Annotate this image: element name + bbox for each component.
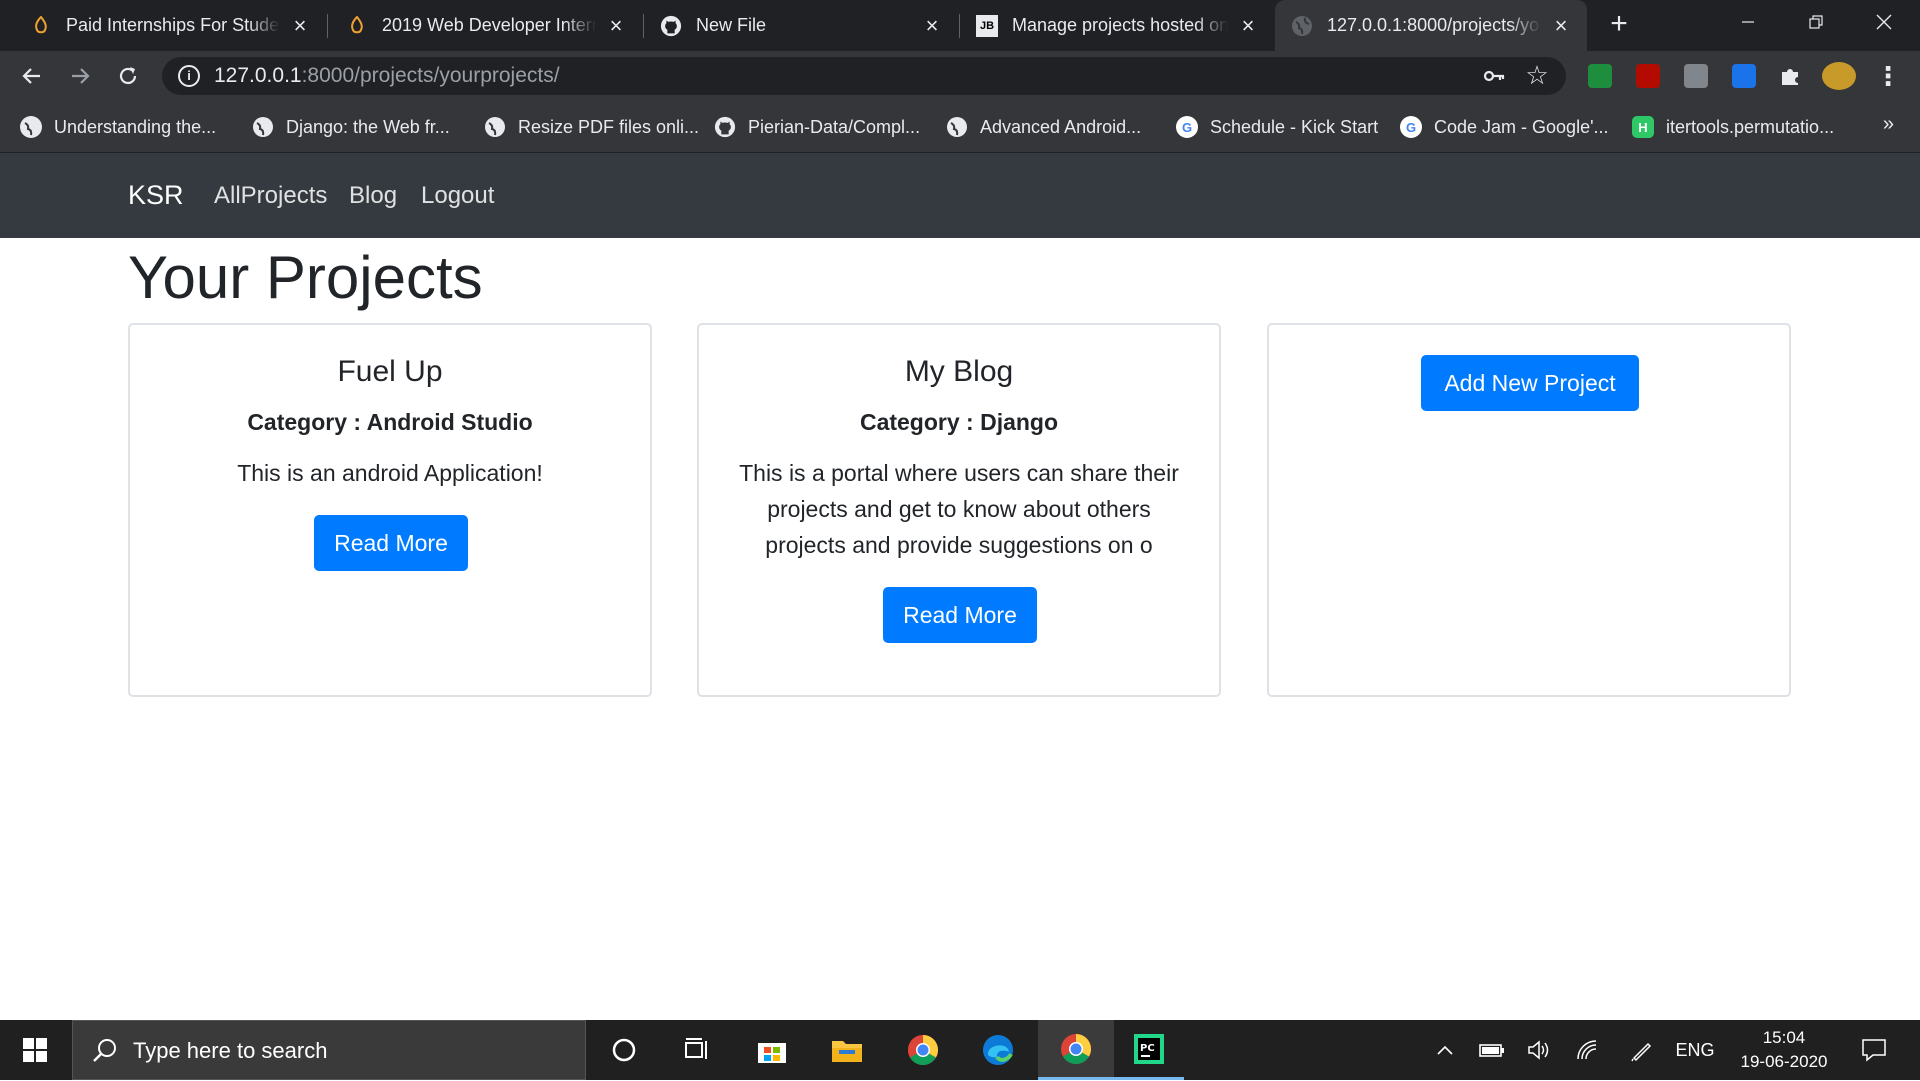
tab-close-icon[interactable]: × [920, 13, 944, 38]
pen-icon[interactable] [1626, 1020, 1658, 1080]
browser-tab[interactable]: 2019 Web Developer Internship × [328, 0, 642, 51]
task-view-icon[interactable] [661, 1020, 731, 1080]
jetbrains-icon: JB [976, 14, 998, 37]
page-title: Your Projects [128, 244, 483, 311]
profile-avatar[interactable] [1822, 62, 1856, 90]
screen-capture-extension-icon[interactable] [1732, 64, 1756, 88]
new-tab-button[interactable]: + [1604, 9, 1634, 40]
tab-close-icon[interactable]: × [1236, 13, 1260, 38]
bookmark-item[interactable]: Resize PDF files onli... [484, 113, 699, 141]
google-icon: G [1176, 116, 1198, 138]
bookmarks-bar: Understanding the... Django: the Web fr.… [0, 101, 1920, 153]
browser-tab[interactable]: JB Manage projects hosted on × [960, 0, 1274, 51]
cortana-icon[interactable] [589, 1020, 659, 1080]
reload-icon[interactable] [112, 60, 144, 92]
nav-link-allprojects[interactable]: AllProjects [214, 153, 327, 238]
minimize-icon[interactable] [1720, 0, 1776, 44]
chrome-icon[interactable] [888, 1020, 958, 1080]
taskbar-clock[interactable]: 15:04 19-06-2020 [1722, 1026, 1846, 1074]
browser-tab[interactable]: New File × [644, 0, 958, 51]
tab-close-icon[interactable]: × [604, 13, 628, 38]
globe-icon [252, 116, 274, 138]
bookmarks-overflow-button[interactable]: » [1883, 113, 1894, 136]
search-icon [91, 1037, 119, 1065]
windows-taskbar: Type here to search PC ENG 15:04 19-06-2… [0, 1020, 1920, 1080]
site-info-icon[interactable]: i [178, 65, 200, 87]
globe-icon [484, 116, 506, 138]
extension-icon[interactable] [1684, 64, 1708, 88]
tab-close-icon[interactable]: × [288, 13, 312, 38]
bookmark-item[interactable]: Understanding the... [20, 113, 216, 141]
internshala-icon [346, 15, 368, 37]
project-title: Fuel Up [337, 355, 443, 388]
google-icon: G [1400, 116, 1422, 138]
globe-icon [1291, 15, 1313, 37]
svg-text:PC: PC [1140, 1043, 1155, 1054]
internshala-icon [30, 15, 52, 37]
taskbar-search-input[interactable]: Type here to search [72, 1020, 586, 1080]
bookmark-item[interactable]: G Schedule - Kick Start [1176, 113, 1378, 141]
project-description: This is a portal where users can share t… [739, 460, 1179, 558]
windows-start-icon[interactable] [0, 1020, 70, 1080]
clock-time: 15:04 [1762, 1028, 1806, 1047]
chevron-up-icon[interactable] [1430, 1020, 1460, 1080]
globe-icon [946, 116, 968, 138]
browser-toolbar: i 127.0.0.1:8000/projects/yourprojects/ … [0, 51, 1920, 101]
project-card: My Blog Category : Django This is a port… [697, 323, 1221, 697]
github-icon [714, 116, 736, 138]
hackerrank-icon: H [1632, 116, 1654, 138]
chrome-active-icon[interactable] [1038, 1020, 1114, 1080]
microsoft-store-icon[interactable] [737, 1020, 807, 1080]
browser-tab-active[interactable]: 127.0.0.1:8000/projects/yourprojects/ × [1275, 0, 1587, 51]
chrome-menu-icon[interactable]: ⋮ [1872, 60, 1904, 92]
puzzle-extensions-icon[interactable] [1774, 60, 1806, 92]
site-brand[interactable]: KSR [128, 153, 184, 238]
bookmark-item[interactable]: Pierian-Data/Compl... [714, 113, 920, 141]
notification-icon[interactable] [1852, 1020, 1896, 1080]
github-icon [660, 15, 682, 37]
restore-icon[interactable] [1788, 0, 1844, 44]
add-new-project-button[interactable]: Add New Project [1421, 355, 1639, 411]
forward-arrow-icon[interactable] [64, 60, 96, 92]
project-card: Fuel Up Category : Android Studio This i… [128, 323, 652, 697]
bookmark-star-icon[interactable]: ☆ [1522, 60, 1552, 90]
language-indicator[interactable]: ENG [1670, 1020, 1720, 1080]
bookmark-item[interactable]: H itertools.permutatio... [1632, 113, 1834, 141]
add-project-card: Add New Project [1267, 323, 1791, 697]
file-explorer-icon[interactable] [812, 1020, 882, 1080]
bookmark-item[interactable]: G Code Jam - Google'... [1400, 113, 1609, 141]
project-description: This is an android Application! [237, 460, 543, 486]
project-category: Category : Django [859, 409, 1059, 435]
edge-icon[interactable] [963, 1020, 1033, 1080]
sheets-extension-icon[interactable] [1588, 64, 1612, 88]
close-window-icon[interactable] [1856, 0, 1912, 44]
tab-close-icon[interactable]: × [1549, 13, 1573, 38]
bookmark-item[interactable]: Django: the Web fr... [252, 113, 450, 141]
nav-link-blog[interactable]: Blog [349, 153, 397, 238]
nav-link-logout[interactable]: Logout [421, 153, 494, 238]
globe-icon [20, 116, 42, 138]
read-more-button[interactable]: Read More [314, 515, 468, 571]
bookmark-item[interactable]: Advanced Android... [946, 113, 1141, 141]
clock-date: 19-06-2020 [1740, 1052, 1828, 1071]
pycharm-icon[interactable]: PC [1114, 1020, 1184, 1080]
pdf-extension-icon[interactable] [1636, 64, 1660, 88]
battery-icon[interactable] [1476, 1020, 1508, 1080]
back-arrow-icon[interactable] [16, 60, 48, 92]
key-icon[interactable] [1482, 64, 1506, 88]
project-title: My Blog [904, 355, 1014, 388]
project-category: Category : Android Studio [247, 409, 533, 435]
wifi-icon[interactable] [1572, 1020, 1604, 1080]
browser-tab[interactable]: Paid Internships For Students × [0, 0, 326, 51]
site-navbar: KSR AllProjects Blog Logout [0, 153, 1920, 238]
browser-tab-strip: Paid Internships For Students × 2019 Web… [0, 0, 1920, 51]
volume-icon[interactable] [1524, 1020, 1556, 1080]
read-more-button[interactable]: Read More [883, 587, 1037, 643]
address-url[interactable]: 127.0.0.1:8000/projects/yourprojects/ [214, 57, 560, 95]
address-bar[interactable]: i 127.0.0.1:8000/projects/yourprojects/ … [162, 57, 1566, 95]
